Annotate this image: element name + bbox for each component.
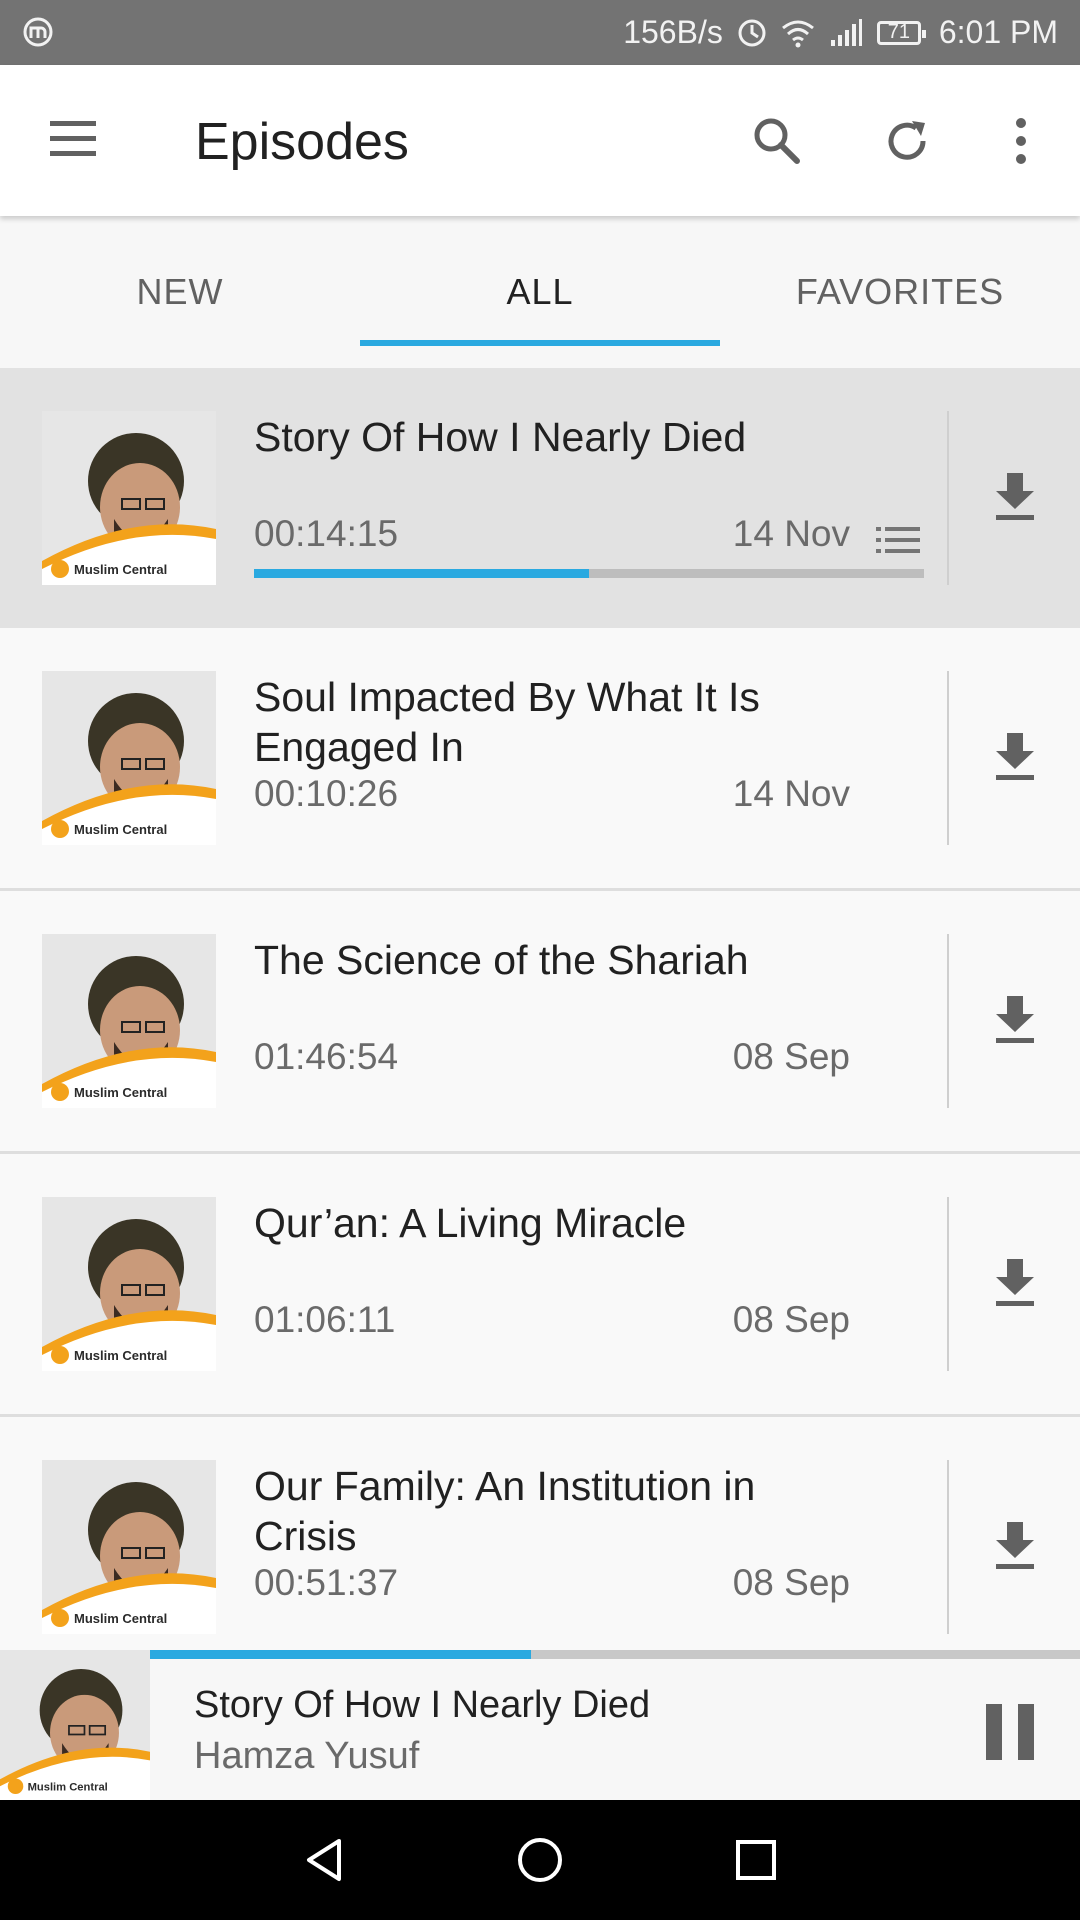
status-bar: 156B/s 71 6:01 PM [0,0,1080,65]
episode-title: The Science of the Shariah [254,937,749,983]
clock: 6:01 PM [938,14,1058,50]
player-title: Story Of How I Nearly Died [194,1684,651,1726]
episode-progress-bar [254,569,924,578]
list-item[interactable]: Muslim Central Soul Impacted By What It … [0,628,1080,891]
episode-thumbnail: Muslim Central [42,411,216,585]
player-progress-fill [150,1650,532,1659]
episode-thumbnail: Muslim Central [42,1197,216,1371]
player-progress-bar[interactable] [150,1650,1080,1659]
refresh-icon[interactable] [874,108,940,174]
episode-title: Our Family: An Institution in Crisis [254,1463,756,1559]
episode-duration: 00:10:26 [254,773,399,814]
episode-date: 14 Nov [732,773,850,814]
more-vert-icon[interactable] [988,108,1054,174]
tab-indicator [360,340,720,346]
pause-icon[interactable] [980,1700,1040,1764]
download-icon[interactable] [985,1254,1045,1314]
svg-text:Muslim Central: Muslim Central [74,1611,167,1626]
episode-thumbnail: Muslim Central [42,934,216,1108]
episode-duration: 01:06:11 [254,1299,396,1340]
tab-new[interactable]: NEW [0,216,360,368]
page-title: Episodes [195,113,409,171]
episode-title: Story Of How I Nearly Died [254,414,747,460]
nav-recents-icon[interactable] [726,1830,786,1890]
svg-text:Muslim Central: Muslim Central [74,1085,167,1100]
playlist-icon [876,527,920,553]
download-icon[interactable] [985,468,1045,528]
player-artist: Hamza Yusuf [194,1735,420,1777]
signal-icon [829,18,863,48]
list-item[interactable]: Muslim Central Our Family: An Institutio… [0,1417,1080,1677]
episode-duration: 00:51:37 [254,1562,399,1603]
episode-duration: 01:46:54 [254,1036,399,1077]
episode-duration: 00:14:15 [254,513,399,554]
episode-progress-fill [254,569,589,578]
episode-date: 08 Sep [732,1299,850,1340]
list-item[interactable]: Muslim Central Story Of How I Nearly Die… [0,368,1080,628]
divider [947,411,949,585]
tab-favorites[interactable]: FAVORITES [720,216,1080,368]
episode-title: Qur’an: A Living Miracle [254,1200,687,1246]
divider [947,671,949,845]
battery-icon: 71 [876,20,926,45]
app-bar: Episodes [0,65,1080,216]
episode-thumbnail: Muslim Central [42,1460,216,1634]
download-icon[interactable] [985,991,1045,1051]
episode-list[interactable]: Muslim Central Story Of How I Nearly Die… [0,368,1080,1677]
network-speed: 156B/s [623,14,723,50]
episode-date: 08 Sep [732,1562,850,1603]
download-icon[interactable] [985,1517,1045,1577]
svg-text:Muslim Central: Muslim Central [74,1348,167,1363]
episode-date: 08 Sep [732,1036,850,1077]
nav-back-icon[interactable] [294,1830,354,1890]
divider [947,1460,949,1634]
player-thumbnail: Muslim Central [0,1650,150,1800]
divider [947,934,949,1108]
mini-player[interactable]: Muslim Central Story Of How I Nearly Die… [0,1650,1080,1800]
data-saver-icon [737,18,767,48]
svg-text:Muslim Central: Muslim Central [74,822,167,837]
list-item[interactable]: Muslim Central The Science of the Sharia… [0,891,1080,1154]
svg-text:Muslim Central: Muslim Central [74,562,167,577]
episode-date: 14 Nov [732,513,850,554]
list-item[interactable]: Muslim Central Qur’an: A Living Miracle … [0,1154,1080,1417]
system-nav-bar [0,1800,1080,1920]
search-icon[interactable] [744,108,810,174]
download-icon[interactable] [985,728,1045,788]
hamburger-menu-icon[interactable] [44,115,104,165]
wifi-icon [781,18,815,48]
svg-text:Muslim Central: Muslim Central [28,1782,108,1794]
nav-home-icon[interactable] [510,1830,570,1890]
app-notification-icon [23,17,53,47]
episode-title: Soul Impacted By What It Is Engaged In [254,674,760,770]
episode-thumbnail: Muslim Central [42,671,216,845]
divider [947,1197,949,1371]
